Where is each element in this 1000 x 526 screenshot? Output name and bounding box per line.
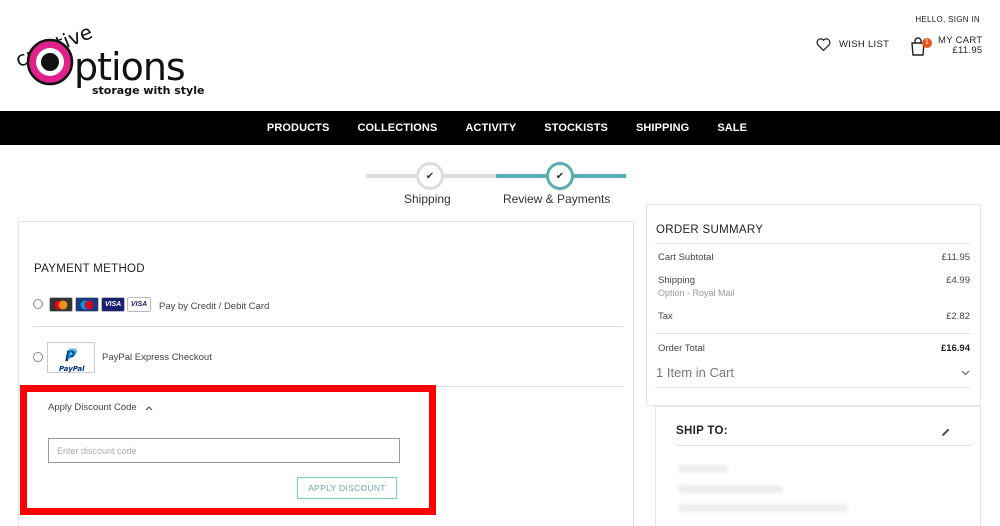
items-in-cart-label: 1 Item in Cart (656, 365, 735, 380)
maestro-icon (75, 297, 99, 312)
payment-method-title: PAYMENT METHOD (34, 263, 145, 275)
nav-item-products[interactable]: PRODUCTS (253, 122, 344, 134)
nav-item-activity[interactable]: ACTIVITY (451, 122, 530, 134)
nav-item-sale[interactable]: SALE (703, 122, 761, 134)
logo-tagline: storage with style (92, 84, 204, 97)
checkout-page: creative ptions storage with style HELLO… (0, 0, 1000, 526)
nav-item-shipping[interactable]: SHIPPING (622, 122, 703, 134)
paypal-payment-label[interactable]: PayPal Express Checkout (102, 352, 212, 363)
shipping-value: £4.99 (946, 275, 970, 286)
card-payment-label[interactable]: Pay by Credit / Debit Card (159, 301, 269, 312)
subtotal-value: £11.95 (941, 252, 970, 263)
tax-row: Tax £2.82 (658, 311, 970, 322)
ship-to-divider (676, 445, 972, 446)
paypal-payment-radio[interactable] (33, 352, 43, 362)
sign-in-link[interactable]: HELLO, SIGN IN (915, 15, 980, 24)
summary-divider (655, 387, 971, 388)
cart-total: £11.95 (952, 45, 983, 56)
shipping-row: Shipping £4.99 (658, 275, 970, 286)
summary-divider (655, 243, 971, 244)
shipping-method: Option - Royal Mail (658, 288, 735, 298)
tax-value: £2.82 (946, 311, 970, 322)
card-payment-option[interactable]: VISA VISA Pay by Credit / Debit Card (33, 295, 623, 327)
checkout-progress: ✔ ✔ Shipping Review & Payments (0, 155, 1000, 210)
visa-debit-icon: VISA (127, 297, 151, 312)
apply-discount-toggle[interactable]: Apply Discount Code (48, 402, 153, 413)
summary-divider (655, 333, 971, 334)
svg-text:P: P (67, 347, 78, 363)
step-review-check-icon: ✔ (546, 162, 574, 190)
tax-label: Tax (658, 311, 673, 322)
paypal-logo-text: PayPal (59, 365, 85, 373)
card-payment-radio[interactable] (33, 299, 43, 309)
card-logos: VISA VISA (49, 297, 151, 312)
step-shipping-label[interactable]: Shipping (404, 192, 451, 206)
address-line-redacted (678, 485, 783, 493)
main-nav: PRODUCTS COLLECTIONS ACTIVITY STOCKISTS … (0, 111, 1000, 145)
pencil-edit-icon[interactable] (941, 427, 951, 437)
subtotal-label: Cart Subtotal (658, 252, 714, 263)
step-review-label: Review & Payments (503, 192, 611, 206)
creative-options-logo[interactable]: creative ptions storage with style (10, 12, 210, 98)
chevron-up-icon (145, 405, 153, 410)
apply-discount-button[interactable]: APPLY DISCOUNT (297, 477, 397, 499)
paypal-payment-option[interactable]: P P PayPal PayPal Express Checkout (33, 338, 623, 387)
shipping-label: Shipping (658, 275, 695, 286)
discount-code-input[interactable] (48, 438, 400, 463)
order-total-label: Order Total (658, 343, 705, 354)
address-line-redacted (678, 504, 848, 512)
logo-options-text: ptions (74, 45, 185, 89)
paypal-logo: P P PayPal (47, 342, 95, 373)
order-summary-title: ORDER SUMMARY (656, 224, 764, 236)
address-line-redacted (678, 465, 728, 473)
cart-bag-icon: 1 (910, 36, 932, 56)
wish-list-link[interactable]: WISH LIST (816, 38, 889, 51)
heart-icon (816, 38, 831, 51)
order-total-value: £16.94 (940, 343, 970, 354)
order-summary-panel: ORDER SUMMARY Cart Subtotal £11.95 Shipp… (646, 204, 981, 406)
order-total-row: Order Total £16.94 (658, 343, 970, 354)
wish-list-label: WISH LIST (839, 39, 890, 50)
nav-item-stockists[interactable]: STOCKISTS (530, 122, 622, 134)
apply-discount-label: Apply Discount Code (48, 402, 137, 413)
step-shipping-check-icon[interactable]: ✔ (416, 162, 444, 190)
chevron-down-icon (961, 370, 970, 375)
subtotal-row: Cart Subtotal £11.95 (658, 252, 970, 263)
visa-icon: VISA (101, 297, 125, 312)
ship-to-title: SHIP TO: (676, 425, 728, 437)
cart-count-badge: 1 (922, 38, 932, 48)
mastercard-icon (49, 297, 73, 312)
my-cart-link[interactable]: 1 MY CART £11.95 (910, 36, 983, 56)
items-in-cart-toggle[interactable]: 1 Item in Cart (656, 365, 970, 380)
ship-to-panel: SHIP TO: (655, 406, 981, 526)
nav-item-collections[interactable]: COLLECTIONS (343, 122, 451, 134)
